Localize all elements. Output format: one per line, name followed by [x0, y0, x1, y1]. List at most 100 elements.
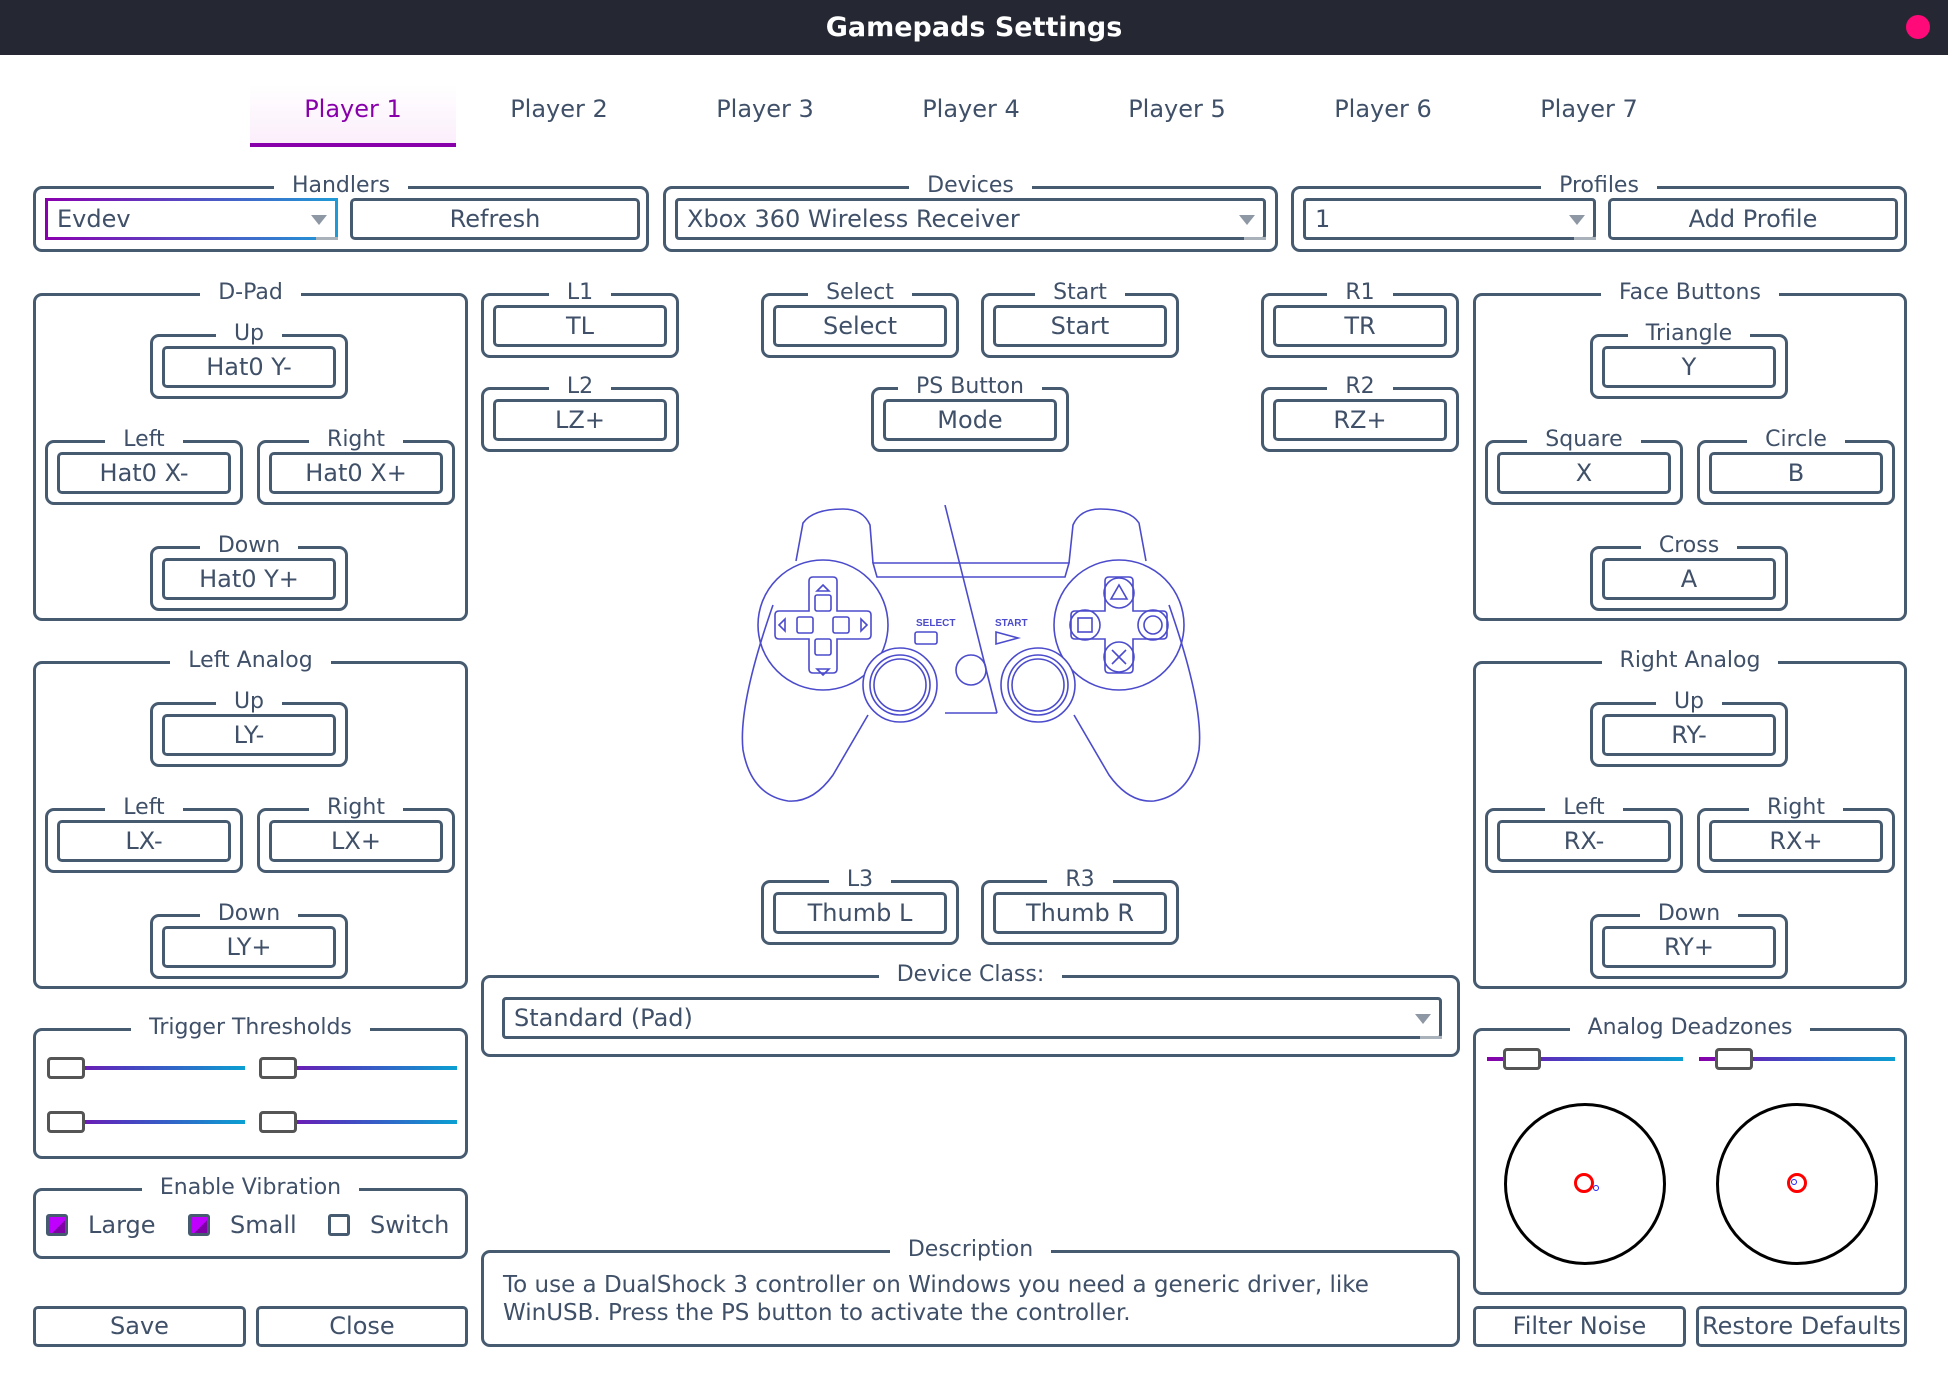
- left-analog-up-box: Up LY-: [150, 689, 348, 767]
- close-window-icon[interactable]: [1906, 15, 1930, 39]
- tab-player-2[interactable]: Player 2: [456, 85, 662, 147]
- handlers-group: Handlers Evdev Refresh: [33, 173, 649, 252]
- circle-button-icon: [1137, 609, 1169, 641]
- l2-box: L2 LZ+: [481, 374, 679, 452]
- handler-select[interactable]: Evdev: [45, 198, 338, 240]
- tab-player-6[interactable]: Player 6: [1280, 85, 1486, 147]
- vibration-small-checkbox[interactable]: Small: [188, 1211, 297, 1239]
- tab-player-1[interactable]: Player 1: [250, 85, 456, 147]
- trigger-threshold-slider-4[interactable]: [259, 1111, 457, 1133]
- slider-handle[interactable]: [259, 1111, 297, 1133]
- r1-button[interactable]: TR: [1273, 305, 1447, 347]
- slider-handle[interactable]: [259, 1057, 297, 1079]
- window-title: Gamepads Settings: [825, 12, 1123, 43]
- l1-box: L1 TL: [481, 280, 679, 358]
- trigger-threshold-slider-2[interactable]: [259, 1057, 457, 1079]
- dpad-up-button[interactable]: Hat0 Y-: [162, 346, 336, 388]
- checkbox-checked-icon[interactable]: [188, 1214, 210, 1236]
- ps-home-icon: [955, 654, 987, 686]
- start-button[interactable]: Start: [993, 305, 1167, 347]
- vibration-group: Enable Vibration Large Small Switch: [33, 1175, 468, 1259]
- add-profile-button[interactable]: Add Profile: [1608, 198, 1898, 240]
- vibration-switch-label: Switch: [370, 1211, 450, 1239]
- vibration-large-checkbox[interactable]: Large: [46, 1211, 156, 1239]
- slider-handle[interactable]: [47, 1111, 85, 1133]
- checkbox-checked-icon[interactable]: [46, 1214, 68, 1236]
- refresh-button[interactable]: Refresh: [350, 198, 640, 240]
- filter-noise-button[interactable]: Filter Noise: [1473, 1306, 1686, 1347]
- trigger-threshold-slider-1[interactable]: [47, 1057, 245, 1079]
- vibration-switch-checkbox[interactable]: Switch: [328, 1211, 449, 1239]
- right-deadzone-slider[interactable]: [1699, 1048, 1895, 1070]
- r1-box: R1 TR: [1261, 280, 1459, 358]
- cross-button[interactable]: A: [1602, 558, 1776, 600]
- slider-handle[interactable]: [1715, 1048, 1753, 1070]
- dpad-right-button[interactable]: Hat0 X+: [269, 452, 443, 494]
- l1-label: L1: [548, 280, 612, 305]
- face-buttons-legend: Face Buttons: [1601, 280, 1779, 305]
- right-analog-down-box: Down RY+: [1590, 901, 1788, 979]
- checkbox-unchecked-icon[interactable]: [328, 1214, 350, 1236]
- tab-player-5[interactable]: Player 5: [1074, 85, 1280, 147]
- right-analog-up-button[interactable]: RY-: [1602, 714, 1776, 756]
- device-select[interactable]: Xbox 360 Wireless Receiver: [675, 198, 1266, 240]
- r2-label: R2: [1327, 374, 1393, 399]
- description-text: To use a DualShock 3 controller on Windo…: [503, 1272, 1369, 1326]
- right-analog-left-button[interactable]: RX-: [1497, 820, 1671, 862]
- stick-position-dot: [1593, 1185, 1599, 1191]
- left-analog-up-button[interactable]: LY-: [162, 714, 336, 756]
- start-box: Start Start: [981, 280, 1179, 358]
- right-analog-legend: Right Analog: [1601, 648, 1779, 673]
- dpad-up-label: Up: [215, 321, 283, 346]
- left-analog-right-button[interactable]: LX+: [269, 820, 443, 862]
- analog-deadzones-group: Analog Deadzones: [1473, 1015, 1907, 1295]
- chevron-down-icon: [311, 215, 327, 225]
- dpad-down-button[interactable]: Hat0 Y+: [162, 558, 336, 600]
- device-class-select[interactable]: Standard (Pad): [502, 997, 1442, 1039]
- tab-player-3[interactable]: Player 3: [662, 85, 868, 147]
- restore-defaults-button[interactable]: Restore Defaults: [1696, 1306, 1907, 1347]
- device-class-group: Device Class: Standard (Pad): [481, 962, 1460, 1057]
- dpad-right-box: Right Hat0 X+: [257, 427, 455, 505]
- square-button[interactable]: X: [1497, 452, 1671, 494]
- description-legend: Description: [889, 1237, 1052, 1262]
- slider-handle[interactable]: [47, 1057, 85, 1079]
- player-tabs: Player 1 Player 2 Player 3 Player 4 Play…: [250, 85, 1692, 147]
- left-analog-down-button[interactable]: LY+: [162, 926, 336, 968]
- r3-button[interactable]: Thumb R: [993, 892, 1167, 934]
- triangle-button[interactable]: Y: [1602, 346, 1776, 388]
- trigger-threshold-slider-3[interactable]: [47, 1111, 245, 1133]
- l1-button[interactable]: TL: [493, 305, 667, 347]
- circle-button[interactable]: B: [1709, 452, 1883, 494]
- right-analog-up-label: Up: [1655, 689, 1723, 714]
- ps-button[interactable]: Mode: [883, 399, 1057, 441]
- save-button[interactable]: Save: [33, 1306, 246, 1347]
- right-analog-right-button[interactable]: RX+: [1709, 820, 1883, 862]
- left-analog-right-label: Right: [309, 795, 403, 820]
- r2-button[interactable]: RZ+: [1273, 399, 1447, 441]
- left-deadzone-slider[interactable]: [1487, 1048, 1683, 1070]
- right-analog-down-button[interactable]: RY+: [1602, 926, 1776, 968]
- tab-player-4[interactable]: Player 4: [868, 85, 1074, 147]
- slider-handle[interactable]: [1503, 1048, 1541, 1070]
- trigger-thresholds-legend: Trigger Thresholds: [131, 1015, 370, 1040]
- profile-select[interactable]: 1: [1303, 198, 1596, 240]
- l3-button[interactable]: Thumb L: [773, 892, 947, 934]
- right-analog-group: Right Analog Up RY- Left RX- Right RX+ D…: [1473, 648, 1907, 989]
- start-label: Start: [1035, 280, 1125, 305]
- left-analog-left-button[interactable]: LX-: [57, 820, 231, 862]
- square-button-icon: [1069, 609, 1101, 641]
- l2-button[interactable]: LZ+: [493, 399, 667, 441]
- left-analog-down-label: Down: [199, 901, 299, 926]
- dpad-up-box: Up Hat0 Y-: [150, 321, 348, 399]
- controller-body: [741, 505, 1201, 802]
- tab-player-7[interactable]: Player 7: [1486, 85, 1692, 147]
- dpad-left-button[interactable]: Hat0 X-: [57, 452, 231, 494]
- left-analog-left-box: Left LX-: [45, 795, 243, 873]
- profiles-group: Profiles 1 Add Profile: [1291, 173, 1907, 252]
- close-button[interactable]: Close: [256, 1306, 468, 1347]
- handler-select-value: Evdev: [57, 205, 131, 233]
- select-button[interactable]: Select: [773, 305, 947, 347]
- r1-label: R1: [1327, 280, 1393, 305]
- right-analog-right-box: Right RX+: [1697, 795, 1895, 873]
